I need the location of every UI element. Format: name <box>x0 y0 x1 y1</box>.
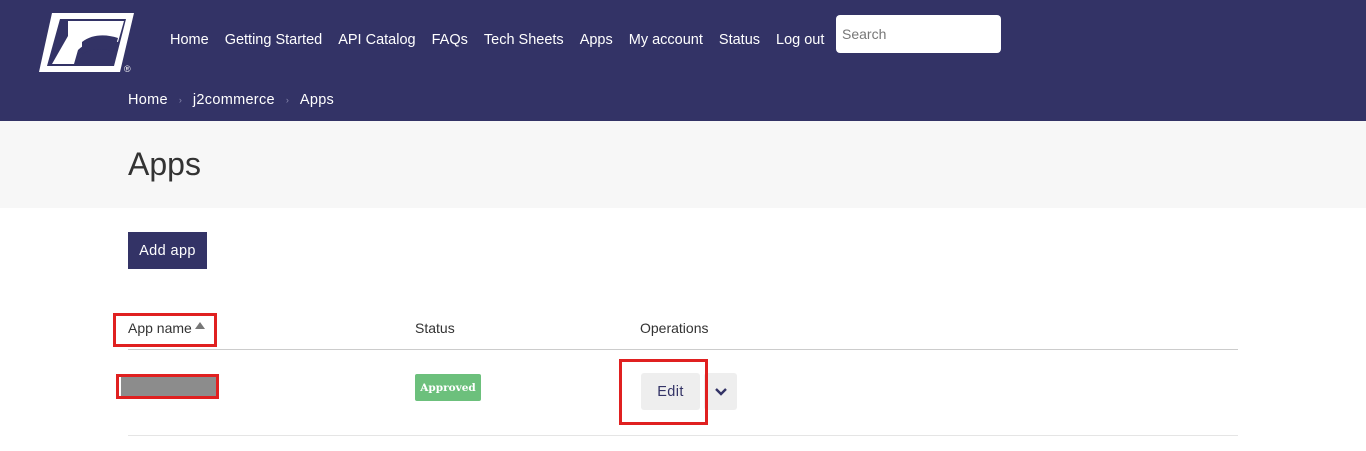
site-header: ® Home Getting Started API Catalog FAQs … <box>0 0 1366 121</box>
breadcrumb-current: Apps <box>299 92 335 108</box>
operations-dropdown-button[interactable] <box>704 373 737 410</box>
breadcrumb-home[interactable]: Home <box>128 92 168 108</box>
nav-getting-started[interactable]: Getting Started <box>225 32 323 48</box>
nav-faqs[interactable]: FAQs <box>432 32 468 48</box>
column-header-operations: Operations <box>640 320 709 336</box>
highlight-box-edit <box>619 359 708 425</box>
page-title: Apps <box>128 146 201 182</box>
nav-my-account[interactable]: My account <box>629 32 703 48</box>
table-header-divider <box>128 349 1238 350</box>
highlight-box-app-name <box>116 374 219 399</box>
chevron-down-icon <box>714 387 727 396</box>
main-nav: Home Getting Started API Catalog FAQs Te… <box>170 32 840 48</box>
breadcrumb-separator-icon: › <box>285 95 289 105</box>
breadcrumb-separator-icon: › <box>178 95 182 105</box>
usps-eagle-logo[interactable]: ® <box>38 12 138 74</box>
nav-status[interactable]: Status <box>719 32 760 48</box>
page-title-band <box>0 121 1366 208</box>
highlight-box-app-name-header <box>113 313 217 347</box>
nav-log-out[interactable]: Log out <box>776 32 824 48</box>
svg-text:®: ® <box>124 64 131 74</box>
search-input[interactable] <box>836 15 1001 53</box>
nav-home[interactable]: Home <box>170 32 209 48</box>
breadcrumb-account[interactable]: j2commerce <box>193 92 275 108</box>
add-app-button[interactable]: Add app <box>128 232 207 269</box>
status-badge: Approved <box>415 374 481 401</box>
table-row-divider <box>128 435 1238 436</box>
nav-apps[interactable]: Apps <box>580 32 613 48</box>
breadcrumb: Home › j2commerce › Apps <box>128 92 334 108</box>
nav-tech-sheets[interactable]: Tech Sheets <box>484 32 564 48</box>
column-header-status: Status <box>415 320 455 336</box>
nav-api-catalog[interactable]: API Catalog <box>338 32 415 48</box>
